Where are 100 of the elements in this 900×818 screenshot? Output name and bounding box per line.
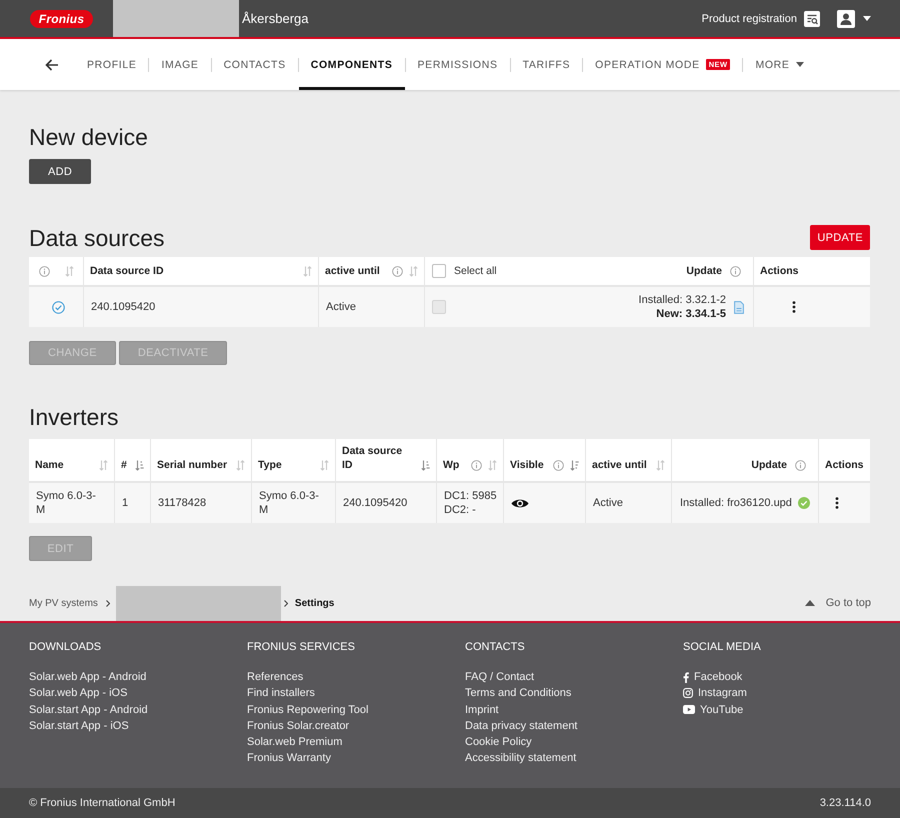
breadcrumb-link[interactable]: My PV systems — [29, 598, 98, 608]
play-icon — [683, 705, 695, 714]
sort-icon[interactable] — [236, 460, 245, 471]
table-cell: 31178428 — [150, 481, 251, 523]
update-button[interactable]: UPDATE — [810, 225, 870, 250]
column-label: active until — [592, 458, 647, 472]
document-icon[interactable] — [734, 300, 744, 314]
select-all-label: Select all — [454, 264, 497, 278]
kebab-menu-icon[interactable] — [835, 497, 839, 509]
info-icon[interactable] — [553, 460, 564, 471]
table-cell: Symo 6.0-3-M — [29, 481, 114, 523]
footer-link[interactable]: Data privacy statement — [465, 718, 578, 734]
chevron-icon — [106, 600, 110, 606]
chevron-icon — [284, 600, 288, 606]
column-label: Data source ID — [90, 264, 164, 278]
installed-version: Installed: 3.32.1-2 — [638, 293, 726, 307]
sort-icon[interactable] — [303, 266, 312, 277]
section-title: Inverters — [29, 405, 118, 430]
social-link[interactable]: Facebook — [683, 669, 742, 686]
column-label: Wp — [443, 458, 460, 472]
column-label: Visible — [510, 458, 544, 472]
triangle-up-icon — [804, 600, 815, 606]
select-all-checkbox[interactable] — [432, 264, 446, 278]
info-icon[interactable] — [471, 460, 482, 471]
footer-link[interactable]: Cookie Policy — [465, 734, 532, 750]
sort-icon[interactable] — [570, 460, 579, 471]
nav-tab[interactable]: COMPONENTS — [298, 39, 405, 90]
footer-link[interactable]: Fronius Solar.creator — [247, 718, 350, 734]
column-label: Actions — [760, 264, 799, 278]
footer-heading: FRONIUS SERVICES — [247, 640, 355, 654]
section-title: Data sources — [29, 224, 165, 250]
sort-icon[interactable] — [656, 460, 665, 471]
user-menu-button[interactable] — [837, 10, 871, 28]
footer-link[interactable]: Accessibility statement — [465, 750, 576, 767]
nav-tab[interactable]: MORE — [743, 39, 816, 90]
nav-tab[interactable]: TARIFFS — [510, 39, 582, 90]
column-label: Update — [686, 264, 722, 278]
footer-link[interactable]: FAQ / Contact — [465, 669, 534, 686]
footer-link[interactable]: Solar.start App - Android — [29, 702, 148, 718]
info-icon[interactable] — [730, 266, 741, 277]
installed-version: Installed: fro36120.upd — [680, 496, 792, 510]
info-icon[interactable] — [392, 266, 403, 277]
sort-icon[interactable] — [99, 460, 108, 471]
table-cell: 240.1095420 — [83, 285, 318, 327]
copyright-text: © Fronius International GmbH — [29, 797, 176, 809]
info-icon[interactable] — [38, 266, 50, 277]
footer-link[interactable]: Terms and Conditions — [465, 685, 572, 702]
footer-link[interactable]: Fronius Warranty — [247, 750, 331, 767]
section-title: New device — [29, 124, 148, 150]
kebab-menu-icon[interactable] — [792, 301, 796, 313]
brand-logo[interactable]: Fronius — [30, 10, 93, 28]
nav-tab[interactable]: PERMISSIONS — [406, 39, 510, 90]
camera-icon — [683, 688, 693, 698]
footer-link[interactable]: Solar.web Premium — [247, 734, 342, 750]
caret-icon — [863, 16, 871, 21]
go-to-top-link[interactable]: Go to top — [804, 597, 871, 609]
wp-reading: DC2: - — [444, 503, 476, 517]
social-link[interactable]: YouTube — [683, 702, 744, 718]
column-label: Data source ID — [342, 444, 404, 472]
sort-icon[interactable] — [488, 460, 497, 471]
footer-link[interactable]: Fronius Repowering Tool — [247, 702, 368, 718]
footer-link[interactable]: Imprint — [465, 702, 499, 718]
eye-icon[interactable] — [511, 498, 529, 508]
nav-tab[interactable]: PROFILE — [75, 39, 148, 90]
column-label: Update — [751, 458, 787, 472]
back-arrow-icon[interactable] — [45, 58, 59, 70]
sort-icon[interactable] — [320, 460, 329, 471]
product-registration-link[interactable]: Product registration — [702, 10, 820, 26]
sort-icon[interactable] — [135, 460, 144, 471]
user-icon — [837, 10, 855, 28]
new-version: New: 3.34.1-5 — [656, 307, 726, 321]
table-cell: 240.1095420 — [335, 481, 436, 523]
footer-heading: DOWNLOADS — [29, 640, 102, 654]
column-label: active until — [325, 264, 380, 278]
wp-reading: DC1: 5985 — [444, 489, 497, 503]
column-label: Serial number — [157, 458, 228, 472]
table-cell: Active — [585, 481, 671, 523]
footer-heading: CONTACTS — [465, 640, 525, 654]
sort-icon[interactable] — [421, 460, 430, 471]
footer-link[interactable]: References — [247, 669, 304, 686]
version-text: 3.23.114.0 — [820, 797, 871, 809]
footer-link[interactable]: Find installers — [247, 685, 315, 702]
nav-tab[interactable]: CONTACTS — [212, 39, 298, 90]
add-button[interactable]: ADD — [29, 159, 91, 184]
social-link[interactable]: Instagram — [683, 685, 747, 702]
nav-tab[interactable]: IMAGE — [149, 39, 211, 90]
sort-icon[interactable] — [409, 266, 418, 277]
footer-link[interactable]: Solar.web App - iOS — [29, 685, 128, 702]
footer-link[interactable]: Solar.web App - Android — [29, 669, 146, 686]
column-label: Name — [35, 458, 64, 472]
column-label: Actions — [825, 458, 864, 472]
table-cell: Active — [318, 285, 424, 327]
table-cell: 1 — [114, 481, 150, 523]
sort-icon[interactable] — [64, 266, 74, 277]
footer-heading: SOCIAL MEDIA — [683, 640, 761, 654]
column-label: Type — [258, 458, 282, 472]
info-icon[interactable] — [795, 460, 806, 471]
breadcrumb-current: Settings — [294, 598, 334, 608]
table-cell: Symo 6.0-3-M — [251, 481, 335, 523]
footer-link[interactable]: Solar.start App - iOS — [29, 718, 129, 734]
